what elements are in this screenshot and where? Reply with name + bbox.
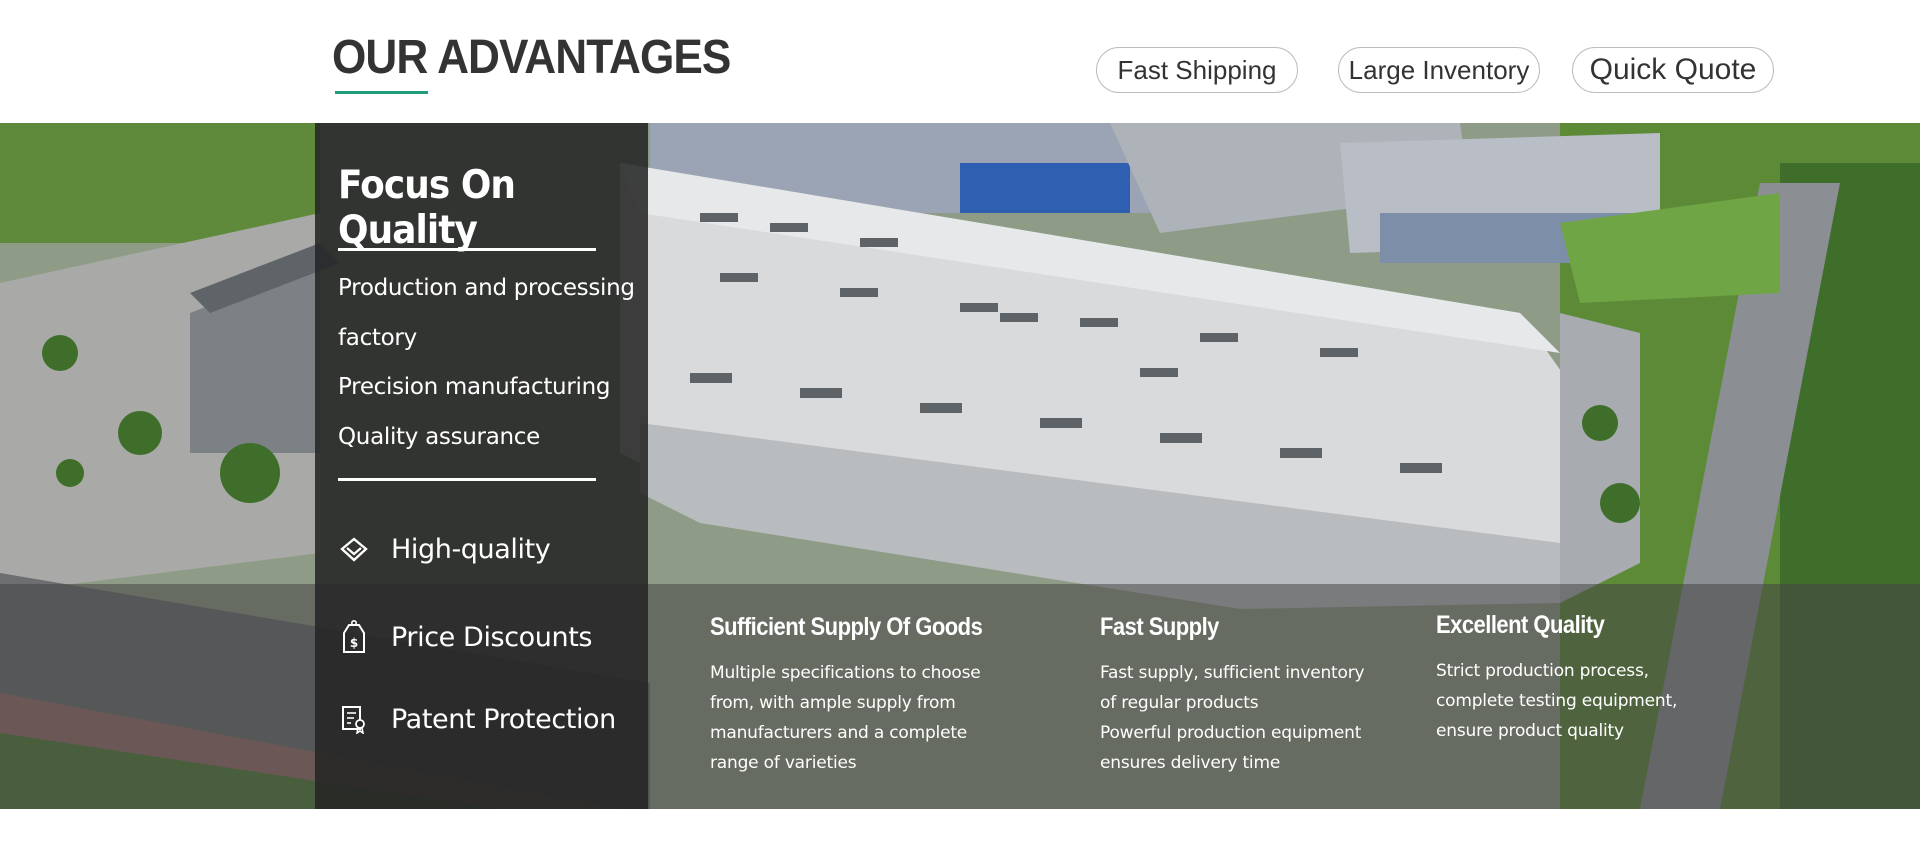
column-body: Strict production process, complete test… [1436,656,1736,746]
feature-label: High-quality [391,533,551,565]
column-line: Strict production process, [1436,661,1649,681]
column-line: from, with ample supply from [710,693,956,713]
panel-divider [338,478,596,481]
svg-text:$: $ [350,636,358,650]
column-line: ensures delivery time [1100,753,1281,773]
panel-title: Focus On Quality [338,163,516,253]
tab-quick-quote[interactable]: Quick Quote [1572,47,1774,93]
column-line: Multiple specifications to choose [710,663,981,683]
column-line: Powerful production equipment [1100,723,1362,743]
feature-price-discounts[interactable]: $ Price Discounts [338,619,593,653]
panel-line: Precision manufacturing [338,374,611,400]
column-sufficient-supply: Sufficient Supply Of Goods Multiple spec… [710,613,1030,778]
column-line: ensure product quality [1436,721,1624,741]
tab-large-inventory[interactable]: Large Inventory [1338,47,1540,93]
diamond-icon [338,533,370,565]
column-body: Fast supply, sufficient inventory of reg… [1100,658,1420,778]
panel-line: Production and processing [338,275,635,301]
panel-divider [338,248,596,251]
tab-fast-shipping[interactable]: Fast Shipping [1096,47,1298,93]
feature-patent-protection[interactable]: Patent Protection [338,703,616,735]
feature-high-quality[interactable]: High-quality [338,533,551,565]
hero-banner: Focus On Quality Production and processi… [0,123,1920,809]
column-line: range of varieties [710,753,857,773]
feature-label: Patent Protection [391,703,616,735]
price-tag-icon: $ [338,619,370,653]
column-title: Sufficient Supply Of Goods [710,613,983,641]
column-line: complete testing equipment, [1436,691,1678,711]
panel-line: factory [338,325,417,351]
patent-document-icon [338,703,370,735]
column-title: Fast Supply [1100,613,1219,641]
header: OUR ADVANTAGES Fast Shipping Large Inven… [0,0,1920,123]
title-underline [335,91,428,94]
panel-line: Quality assurance [338,424,540,450]
column-body: Multiple specifications to choose from, … [710,658,1030,778]
column-title: Excellent Quality [1436,611,1605,639]
quality-panel: Focus On Quality Production and processi… [315,123,648,809]
column-excellent-quality: Excellent Quality Strict production proc… [1436,611,1736,746]
column-fast-supply: Fast Supply Fast supply, sufficient inve… [1100,613,1420,778]
feature-label: Price Discounts [391,621,593,653]
section-title: OUR ADVANTAGES [332,31,731,84]
column-line: of regular products [1100,693,1259,713]
column-line: Fast supply, sufficient inventory [1100,663,1365,683]
column-line: manufacturers and a complete [710,723,968,743]
